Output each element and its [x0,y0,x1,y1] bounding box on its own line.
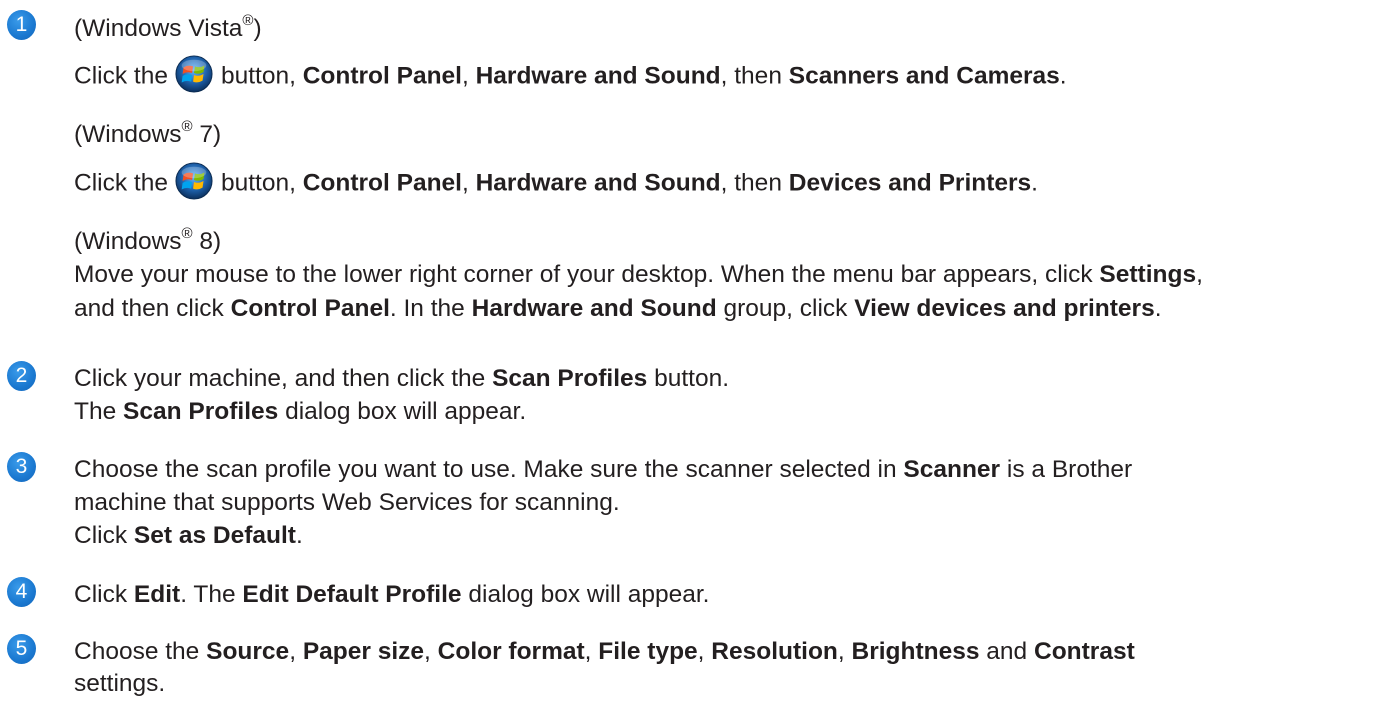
term-scan-profiles: Scan Profiles [492,365,648,392]
text: and then click [74,295,224,322]
win8-instruction-line1: Move your mouse to the lower right corne… [74,260,1203,290]
text: , [1196,261,1203,288]
text: , [584,638,592,665]
step-number-badge: 4 [7,577,36,607]
step-number-badge: 3 [7,452,36,482]
text: Choose the scan profile you want to use.… [74,456,897,483]
text: Click [74,522,128,549]
text: , then [720,62,782,90]
term-control-panel: Control Panel [230,295,390,322]
step-number-badge: 2 [7,361,36,391]
text: , [697,638,705,665]
step-5-line2: settings. [74,669,165,699]
step-3-line1: Choose the scan profile you want to use.… [74,455,1132,485]
text: group, click [723,295,848,322]
text: , [461,62,469,90]
text: is a Brother [1006,456,1133,483]
term-contrast: Contrast [1034,638,1135,665]
text: , [424,638,431,665]
step-number-badge: 1 [7,10,36,40]
text: , then [720,169,782,197]
text: 8) [192,228,222,256]
text: Choose the [74,638,200,665]
term-scanners-and-cameras: Scanners and Cameras [788,62,1060,90]
step-2-line2: The Scan Profiles dialog box will appear… [74,397,526,427]
win7-heading: (Windows® 7) [74,114,221,150]
term-set-as-default: Set as Default [133,522,296,549]
text: Click your machine, and then click the [74,365,486,392]
text: dialog box will appear. [468,581,710,608]
term-edit-default-profile: Edit Default Profile [242,581,462,608]
text: Click [74,581,128,608]
text: . [295,522,303,549]
term-file-type: File type [598,638,698,665]
text: (Windows Vista [74,15,243,43]
term-settings: Settings [1099,261,1197,288]
text: . [1031,169,1038,197]
text: button. [654,365,730,392]
text: . The [180,581,236,608]
term-hardware-and-sound: Hardware and Sound [471,295,717,322]
text: , [289,638,296,665]
text: and [986,638,1028,665]
term-devices-and-printers: Devices and Printers [788,169,1032,197]
text: (Windows [74,228,182,256]
term-hardware-and-sound: Hardware and Sound [475,62,721,90]
windows-start-orb-icon [175,55,213,93]
text: Click the [74,169,168,197]
text: . [1059,62,1067,90]
text: . In the [389,295,465,322]
registered-mark: ® [181,118,193,135]
vista-heading: (Windows Vista®) [74,8,262,44]
text: button, [220,169,296,197]
text: . [1154,295,1162,322]
step-5-line1: Choose the Source, Paper size, Color for… [74,637,1135,667]
win7-instruction: Click the button, Control Panel, Hardwar… [74,162,1038,200]
text: Click the [74,62,168,90]
term-control-panel: Control Panel [302,169,462,197]
text: machine that supports Web Services for s… [74,489,620,516]
win8-heading: (Windows® 8) [74,221,221,257]
step-number-badge: 5 [7,634,36,664]
text: The [74,398,117,425]
term-hardware-and-sound: Hardware and Sound [475,169,721,197]
step-3-line3: Click Set as Default. [74,521,303,551]
windows-start-orb-icon [175,162,213,200]
term-paper-size: Paper size [302,638,425,665]
text: , [837,638,845,665]
text: 7) [192,121,222,149]
text: dialog box will appear. [285,398,527,425]
win8-instruction-line2: and then click Control Panel. In the Har… [74,294,1162,324]
text: (Windows [74,121,182,149]
text: ) [253,15,262,43]
term-view-devices-and-printers: View devices and printers [854,295,1155,322]
step-4-line1: Click Edit. The Edit Default Profile dia… [74,580,709,610]
term-scanner: Scanner [903,456,1001,483]
term-scan-profiles: Scan Profiles [123,398,279,425]
registered-mark: ® [181,225,193,242]
term-resolution: Resolution [711,638,838,665]
step-3-line2: machine that supports Web Services for s… [74,488,620,518]
text: button, [220,62,296,90]
term-edit: Edit [133,581,181,608]
step-2-line1: Click your machine, and then click the S… [74,364,729,394]
text: settings. [74,670,166,697]
vista-instruction: Click the button, Control Panel, Hardwar… [74,55,1067,93]
text: , [461,169,469,197]
term-brightness: Brightness [851,638,980,665]
term-color-format: Color format [437,638,585,665]
term-source: Source [206,638,290,665]
term-control-panel: Control Panel [302,62,462,90]
text: Move your mouse to the lower right corne… [74,261,1093,288]
registered-mark: ® [242,12,254,29]
